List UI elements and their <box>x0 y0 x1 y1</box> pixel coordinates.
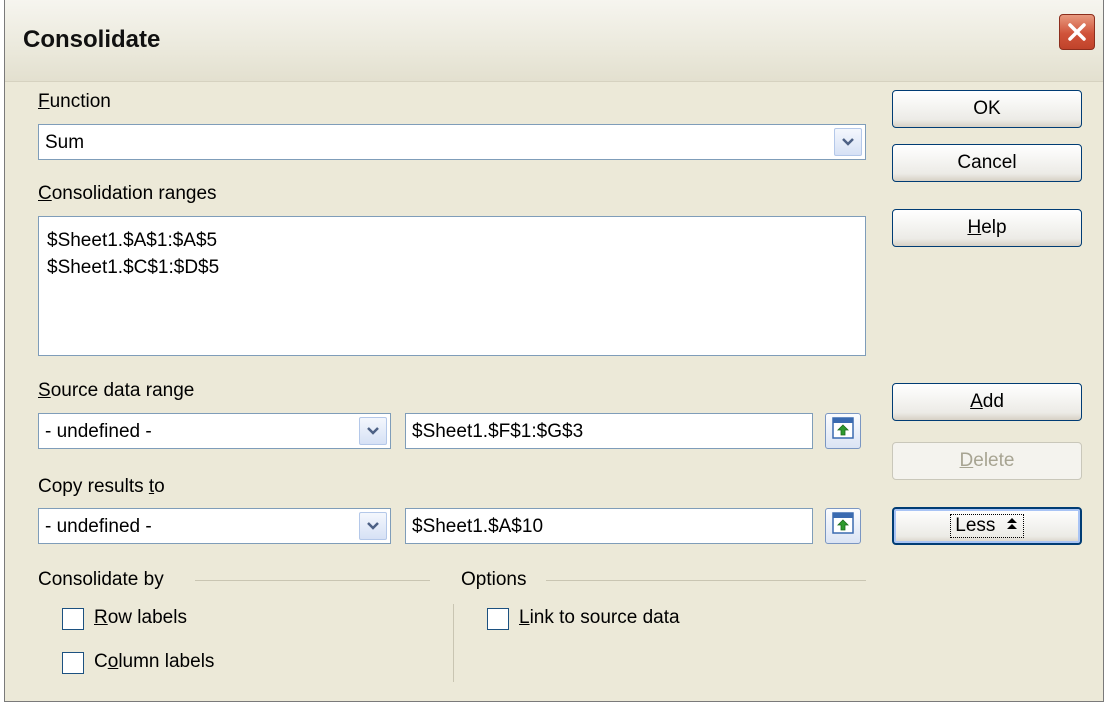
delete-button[interactable]: Delete <box>892 442 1082 480</box>
consolidation-ranges-list[interactable]: $Sheet1.$A$1:$A$5 $Sheet1.$C$1:$D$5 <box>38 216 866 356</box>
column-labels-checkbox[interactable] <box>62 652 84 674</box>
options-title: Options <box>461 569 527 590</box>
source-range-select-value: - undefined - <box>45 421 152 442</box>
consolidate-dialog: Consolidate Function Sum Consolidation r… <box>4 0 1104 702</box>
function-select[interactable]: Sum <box>38 124 866 160</box>
copy-results-input[interactable]: $Sheet1.$A$10 <box>405 508 813 544</box>
link-to-source-label[interactable]: Link to source data <box>519 607 680 629</box>
chevron-down-icon[interactable] <box>359 417 387 445</box>
list-item[interactable]: $Sheet1.$A$1:$A$5 <box>47 227 857 254</box>
close-button[interactable] <box>1059 14 1095 50</box>
double-up-arrow-icon <box>1005 515 1019 537</box>
list-item[interactable]: $Sheet1.$C$1:$D$5 <box>47 254 857 281</box>
copy-shrink-button[interactable] <box>825 508 861 544</box>
close-icon <box>1066 21 1088 43</box>
source-range-input-value: $Sheet1.$F$1:$G$3 <box>412 421 584 442</box>
shrink-dialog-icon <box>831 416 855 446</box>
copy-results-to-label: Copy results to <box>38 476 165 497</box>
add-button[interactable]: Add <box>892 383 1082 421</box>
help-button[interactable]: Help <box>892 209 1082 247</box>
row-labels-checkbox[interactable] <box>62 608 84 630</box>
ok-button[interactable]: OK <box>892 90 1082 128</box>
copy-results-input-value: $Sheet1.$A$10 <box>412 516 544 537</box>
copy-results-select[interactable]: - undefined - <box>38 508 391 544</box>
function-value: Sum <box>45 132 85 153</box>
source-range-input[interactable]: $Sheet1.$F$1:$G$3 <box>405 413 813 449</box>
source-range-select[interactable]: - undefined - <box>38 413 391 449</box>
shrink-dialog-icon <box>831 511 855 541</box>
options-divider <box>546 580 866 581</box>
source-shrink-button[interactable] <box>825 413 861 449</box>
cancel-button[interactable]: Cancel <box>892 144 1082 182</box>
consolidation-ranges-label: Consolidation ranges <box>38 183 217 204</box>
source-data-range-label: Source data range <box>38 380 195 401</box>
chevron-down-icon[interactable] <box>359 512 387 540</box>
column-labels-label[interactable]: Column labels <box>94 651 214 673</box>
title-bar[interactable]: Consolidate <box>5 0 1103 82</box>
less-button-label: Less <box>950 513 1024 538</box>
copy-results-select-value: - undefined - <box>45 516 152 537</box>
consolidate-by-divider <box>195 580 430 581</box>
options-vertical-divider <box>453 604 454 682</box>
dialog-title: Consolidate <box>23 26 161 53</box>
consolidate-by-title: Consolidate by <box>38 569 164 590</box>
chevron-down-icon[interactable] <box>834 128 862 156</box>
less-button[interactable]: Less <box>892 507 1082 545</box>
function-label: Function <box>38 91 111 112</box>
row-labels-label[interactable]: Row labels <box>94 607 187 629</box>
link-to-source-checkbox[interactable] <box>487 608 509 630</box>
